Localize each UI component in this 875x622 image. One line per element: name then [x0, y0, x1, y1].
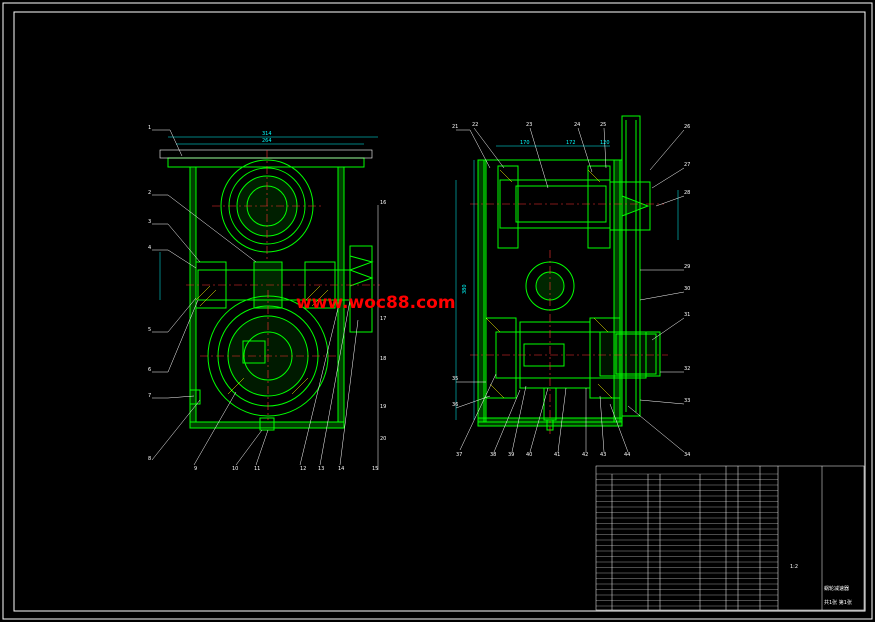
left-callout-16: 16: [380, 200, 386, 206]
right-callout-40: 40: [526, 452, 532, 458]
title-block-text: 蜗轮减速器 1:2 共1张 第1张: [790, 564, 852, 606]
right-callout-21: 21: [452, 124, 458, 130]
right-callout-36: 36: [452, 402, 458, 408]
right-callout-32: 32: [684, 366, 690, 372]
right-callout-42: 42: [582, 452, 588, 458]
dim-172: 172: [566, 140, 576, 146]
right-callout-31: 31: [684, 312, 690, 318]
left-callout-9: 9: [194, 466, 197, 472]
left-callout-3: 3: [148, 219, 151, 225]
title-block-sheet: 共1张 第1张: [824, 599, 852, 606]
left-callout-4: 4: [148, 245, 151, 251]
left-section-view: [159, 149, 374, 431]
right-callout-34: 34: [684, 452, 690, 458]
right-callout-37: 37: [456, 452, 462, 458]
left-callout-6: 6: [148, 367, 151, 373]
right-callouts: 21 22 23 24 25 26 27 28 29 30 31 32 33 3…: [452, 122, 690, 458]
title-block-title: 蜗轮减速器: [824, 585, 849, 592]
right-callout-43: 43: [600, 452, 606, 458]
left-callout-10: 10: [232, 466, 238, 472]
title-block-scale: 1:2: [790, 564, 798, 570]
left-callout-13: 13: [318, 466, 324, 472]
right-callout-28: 28: [684, 190, 690, 196]
right-callout-30: 30: [684, 286, 690, 292]
left-callout-18: 18: [380, 356, 386, 362]
right-callout-33: 33: [684, 398, 690, 404]
left-callout-7: 7: [148, 393, 151, 399]
right-callout-25: 25: [600, 122, 606, 128]
right-callout-44: 44: [624, 452, 630, 458]
dim-314: 314: [262, 131, 272, 137]
left-callout-5: 5: [148, 327, 151, 333]
left-callout-15: 15: [372, 466, 378, 472]
left-callout-8: 8: [148, 456, 151, 462]
left-callout-17: 17: [380, 316, 386, 322]
left-callout-19: 19: [380, 404, 386, 410]
right-callout-26: 26: [684, 124, 690, 130]
bom-rows: [596, 473, 778, 607]
left-callout-12: 12: [300, 466, 306, 472]
right-callout-24: 24: [574, 122, 580, 128]
dim-170: 170: [520, 140, 530, 146]
left-callout-1: 1: [148, 125, 151, 131]
left-dim-labels: 314 264: [262, 131, 272, 144]
watermark: www.woc88.com: [296, 293, 456, 313]
right-callout-27: 27: [684, 162, 690, 168]
dim-380: 380: [462, 284, 468, 294]
right-callout-38: 38: [490, 452, 496, 458]
right-dimensions: [455, 145, 679, 420]
left-callout-20: 20: [380, 436, 386, 442]
right-centerlines: [470, 203, 668, 436]
left-callout-11: 11: [254, 466, 260, 472]
right-callout-39: 39: [508, 452, 514, 458]
right-section-view: [477, 115, 661, 431]
right-leaders: [455, 127, 685, 453]
left-callout-14: 14: [338, 466, 344, 472]
left-callout-2: 2: [148, 190, 151, 196]
right-callout-22: 22: [472, 122, 478, 128]
right-callout-41: 41: [554, 452, 560, 458]
right-callout-35: 35: [452, 376, 458, 382]
cad-drawing-canvas: 1 2 3 4 5 6 7 8 9 10 11 12 13 14 15 16 1…: [2, 2, 873, 620]
right-callout-23: 23: [526, 122, 532, 128]
dim-120: 120: [600, 140, 610, 146]
right-callout-29: 29: [684, 264, 690, 270]
dim-264: 264: [262, 138, 272, 144]
